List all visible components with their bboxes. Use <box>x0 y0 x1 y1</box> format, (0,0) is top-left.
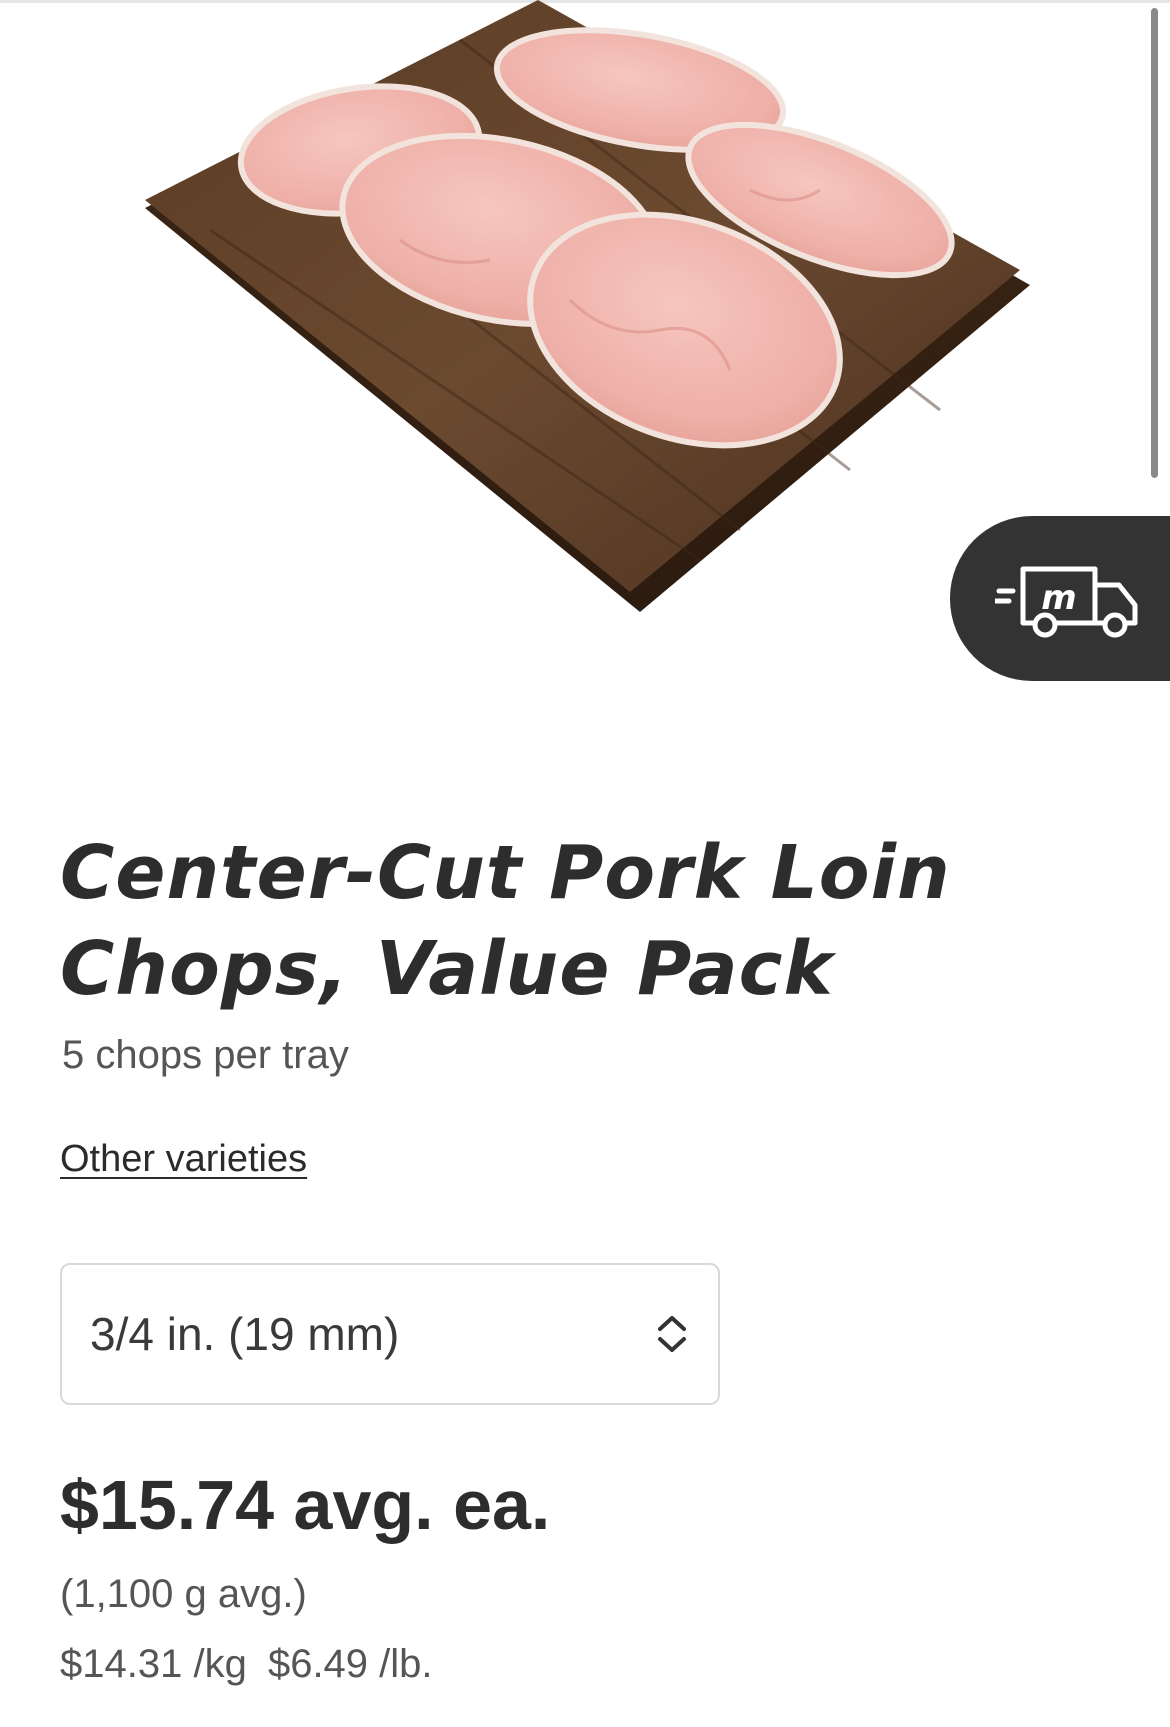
price-per-lb: $6.49 /lb. <box>267 1642 433 1686</box>
size-select[interactable]: 3/4 in. (19 mm) <box>60 1263 720 1405</box>
average-weight: (1,100 g avg.) <box>60 1572 307 1616</box>
delivery-button[interactable]: m <box>950 516 1170 681</box>
product-title: Center-Cut Pork Loin Chops, Value Pack <box>60 830 951 1012</box>
product-price: $15.74 avg. ea. <box>60 1466 551 1544</box>
product-subtitle: 5 chops per tray <box>62 1033 349 1077</box>
price-per-kg: $14.31 /kg <box>60 1642 247 1686</box>
product-page: m Center-Cut Pork Loin Chops, Value Pack… <box>0 0 1170 1727</box>
product-image <box>145 0 1030 612</box>
delivery-truck-icon: m <box>995 566 1138 637</box>
size-select-value: 3/4 in. (19 mm) <box>90 1308 400 1360</box>
other-varieties-link[interactable]: Other varieties <box>60 1138 307 1181</box>
chevron-up-down-icon <box>658 1316 686 1352</box>
unit-prices: $14.31 /kg $6.49 /lb. <box>60 1642 433 1687</box>
delivery-logo-letter: m <box>1041 578 1076 618</box>
scrollbar-thumb[interactable] <box>1151 8 1158 478</box>
